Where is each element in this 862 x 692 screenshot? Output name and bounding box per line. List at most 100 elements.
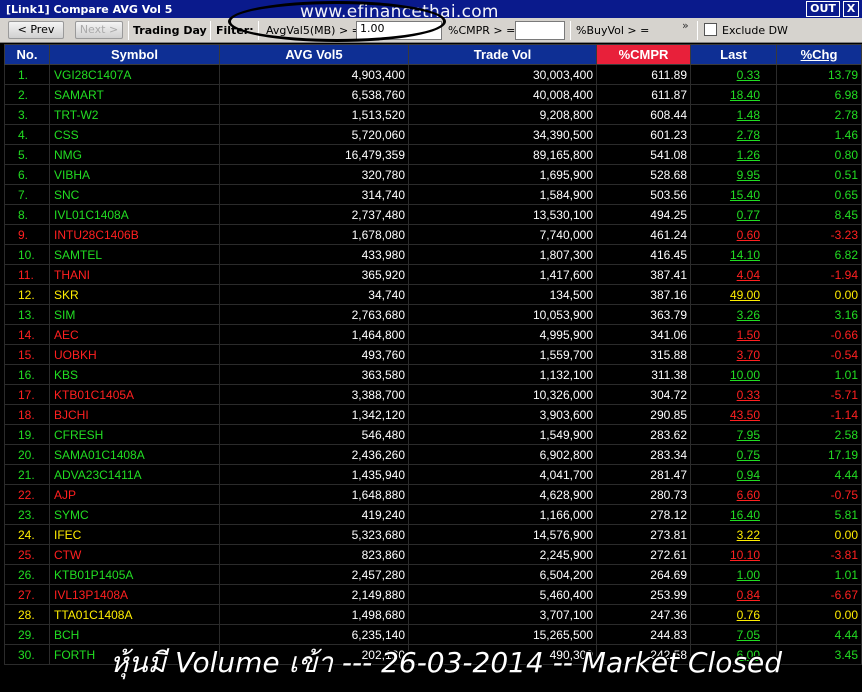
last-price-cell[interactable]: 9.95 (690, 164, 777, 185)
trading-day-label[interactable]: Trading Day (133, 24, 207, 37)
table-row[interactable]: 2. SAMART 6,538,760 40,008,400 611.87 18.40 6.… (4, 84, 862, 105)
symbol-cell[interactable]: NMG (49, 144, 220, 165)
column-header-last[interactable]: Last (690, 44, 777, 65)
cmpr-filter-input[interactable] (515, 21, 565, 40)
last-price-cell[interactable]: 0.84 (690, 584, 777, 605)
cmpr-filter-label: %CMPR > = (448, 24, 516, 37)
last-price-cell[interactable]: 14.10 (690, 244, 777, 265)
last-price-cell[interactable]: 3.22 (690, 524, 777, 545)
symbol-cell[interactable]: KTB01C1405A (49, 384, 220, 405)
symbol-cell[interactable]: IVL01C1408A (49, 204, 220, 225)
last-price-cell[interactable]: 2.78 (690, 124, 777, 145)
table-row[interactable]: 7. SNC 314,740 1,584,900 503.56 15.40 0.65 (4, 184, 862, 205)
table-row[interactable]: 21. ADVA23C1411A 1,435,940 4,041,700 281.47 0… (4, 464, 862, 485)
last-price-cell[interactable]: 0.60 (690, 224, 777, 245)
last-price-cell[interactable]: 0.33 (690, 384, 777, 405)
symbol-cell[interactable]: SIM (49, 304, 220, 325)
table-row[interactable]: 11. THANI 365,920 1,417,600 387.41 4.04 -1.94 (4, 264, 862, 285)
table-row[interactable]: 28. TTA01C1408A 1,498,680 3,707,100 247.36 0.… (4, 604, 862, 625)
table-row[interactable]: 17. KTB01C1405A 3,388,700 10,326,000 304.72 0… (4, 384, 862, 405)
column-header-trade-vol[interactable]: Trade Vol (408, 44, 597, 65)
last-price-cell[interactable]: 0.33 (690, 64, 777, 85)
last-price-cell[interactable]: 0.77 (690, 204, 777, 225)
last-price-cell[interactable]: 6.60 (690, 484, 777, 505)
symbol-cell[interactable]: SKR (49, 284, 220, 305)
column-header-chg[interactable]: %Chg (776, 44, 862, 65)
symbol-cell[interactable]: IFEC (49, 524, 220, 545)
table-row[interactable]: 8. IVL01C1408A 2,737,480 13,530,100 494.25 0.… (4, 204, 862, 225)
last-price-cell[interactable]: 4.04 (690, 264, 777, 285)
last-price-cell[interactable]: 0.76 (690, 604, 777, 625)
last-price-cell[interactable]: 3.26 (690, 304, 777, 325)
symbol-cell[interactable]: KTB01P1405A (49, 564, 220, 585)
symbol-cell[interactable]: SAMA01C1408A (49, 444, 220, 465)
table-row[interactable]: 4. CSS 5,720,060 34,390,500 601.23 2.78 1.46 (4, 124, 862, 145)
symbol-cell[interactable]: THANI (49, 264, 220, 285)
last-price-cell[interactable]: 3.70 (690, 344, 777, 365)
table-row[interactable]: 19. CFRESH 546,480 1,549,900 283.62 7.95 2.58 (4, 424, 862, 445)
symbol-cell[interactable]: CTW (49, 544, 220, 565)
double-chevron-icon[interactable]: » (682, 19, 689, 32)
last-price-cell[interactable]: 49.00 (690, 284, 777, 305)
table-row[interactable]: 18. BJCHI 1,342,120 3,903,600 290.85 43.50 -1.… (4, 404, 862, 425)
last-price-cell[interactable]: 1.50 (690, 324, 777, 345)
column-header-cmpr[interactable]: %CMPR (596, 44, 691, 65)
symbol-cell[interactable]: VGI28C1407A (49, 64, 220, 85)
column-header-avg-vol5[interactable]: AVG Vol5 (219, 44, 409, 65)
table-row[interactable]: 13. SIM 2,763,680 10,053,900 363.79 3.26 3.16 (4, 304, 862, 325)
symbol-cell[interactable]: BJCHI (49, 404, 220, 425)
table-row[interactable]: 5. NMG 16,479,359 89,165,800 541.08 1.26 0.80 (4, 144, 862, 165)
last-price-cell[interactable]: 18.40 (690, 84, 777, 105)
column-header-symbol[interactable]: Symbol (49, 44, 220, 65)
symbol-cell[interactable]: CSS (49, 124, 220, 145)
last-price-cell[interactable]: 16.40 (690, 504, 777, 525)
symbol-cell[interactable]: SNC (49, 184, 220, 205)
symbol-cell[interactable]: TTA01C1408A (49, 604, 220, 625)
table-row[interactable]: 1. VGI28C1407A 4,903,400 30,003,400 611.89 0.… (4, 64, 862, 85)
symbol-cell[interactable]: AEC (49, 324, 220, 345)
table-row[interactable]: 20. SAMA01C1408A 2,436,260 6,902,800 283.34 0… (4, 444, 862, 465)
symbol-cell[interactable]: SYMC (49, 504, 220, 525)
symbol-cell[interactable]: AJP (49, 484, 220, 505)
table-row[interactable]: 10. SAMTEL 433,980 1,807,300 416.45 14.10 6.82 (4, 244, 862, 265)
last-price-cell[interactable]: 43.50 (690, 404, 777, 425)
symbol-cell[interactable]: UOBKH (49, 344, 220, 365)
table-row[interactable]: 25. CTW 823,860 2,245,900 272.61 10.10 -3.81 (4, 544, 862, 565)
table-row[interactable]: 15. UOBKH 493,760 1,559,700 315.88 3.70 -0.54 (4, 344, 862, 365)
table-row[interactable]: 14. AEC 1,464,800 4,995,900 341.06 1.50 -0.66 (4, 324, 862, 345)
symbol-cell[interactable]: TRT-W2 (49, 104, 220, 125)
table-row[interactable]: 12. SKR 34,740 134,500 387.16 49.00 0.00 (4, 284, 862, 305)
table-row[interactable]: 23. SYMC 419,240 1,166,000 278.12 16.40 5.81 (4, 504, 862, 525)
symbol-cell[interactable]: IVL13P1408A (49, 584, 220, 605)
last-price-cell[interactable]: 10.10 (690, 544, 777, 565)
next-button[interactable]: Next > (75, 21, 123, 39)
last-price-cell[interactable]: 7.95 (690, 424, 777, 445)
table-row[interactable]: 3. TRT-W2 1,513,520 9,208,800 608.44 1.48 2.78 (4, 104, 862, 125)
symbol-cell[interactable]: SAMTEL (49, 244, 220, 265)
last-price-cell[interactable]: 15.40 (690, 184, 777, 205)
last-price-cell[interactable]: 1.26 (690, 144, 777, 165)
prev-button[interactable]: < Prev (8, 21, 64, 39)
table-row[interactable]: 24. IFEC 5,323,680 14,576,900 273.81 3.22 0.00 (4, 524, 862, 545)
table-row[interactable]: 22. AJP 1,648,880 4,628,900 280.73 6.60 -0.75 (4, 484, 862, 505)
last-price-cell[interactable]: 1.48 (690, 104, 777, 125)
table-row[interactable]: 9. INTU28C1406B 1,678,080 7,740,000 461.24 0.… (4, 224, 862, 245)
symbol-cell[interactable]: KBS (49, 364, 220, 385)
out-button[interactable]: OUT (806, 1, 840, 17)
last-price-cell[interactable]: 1.00 (690, 564, 777, 585)
table-row[interactable]: 16. KBS 363,580 1,132,100 311.38 10.00 1.01 (4, 364, 862, 385)
last-price-cell[interactable]: 10.00 (690, 364, 777, 385)
symbol-cell[interactable]: SAMART (49, 84, 220, 105)
symbol-cell[interactable]: CFRESH (49, 424, 220, 445)
last-price-cell[interactable]: 0.75 (690, 444, 777, 465)
symbol-cell[interactable]: ADVA23C1411A (49, 464, 220, 485)
last-price-cell[interactable]: 0.94 (690, 464, 777, 485)
column-header-no[interactable]: No. (4, 44, 50, 65)
symbol-cell[interactable]: INTU28C1406B (49, 224, 220, 245)
exclude-dw-checkbox[interactable] (704, 23, 717, 36)
table-row[interactable]: 6. VIBHA 320,780 1,695,900 528.68 9.95 0.51 (4, 164, 862, 185)
close-button[interactable]: X (843, 1, 859, 17)
table-row[interactable]: 26. KTB01P1405A 2,457,280 6,504,200 264.69 1.… (4, 564, 862, 585)
symbol-cell[interactable]: VIBHA (49, 164, 220, 185)
table-row[interactable]: 27. IVL13P1408A 2,149,880 5,460,400 253.99 0.… (4, 584, 862, 605)
